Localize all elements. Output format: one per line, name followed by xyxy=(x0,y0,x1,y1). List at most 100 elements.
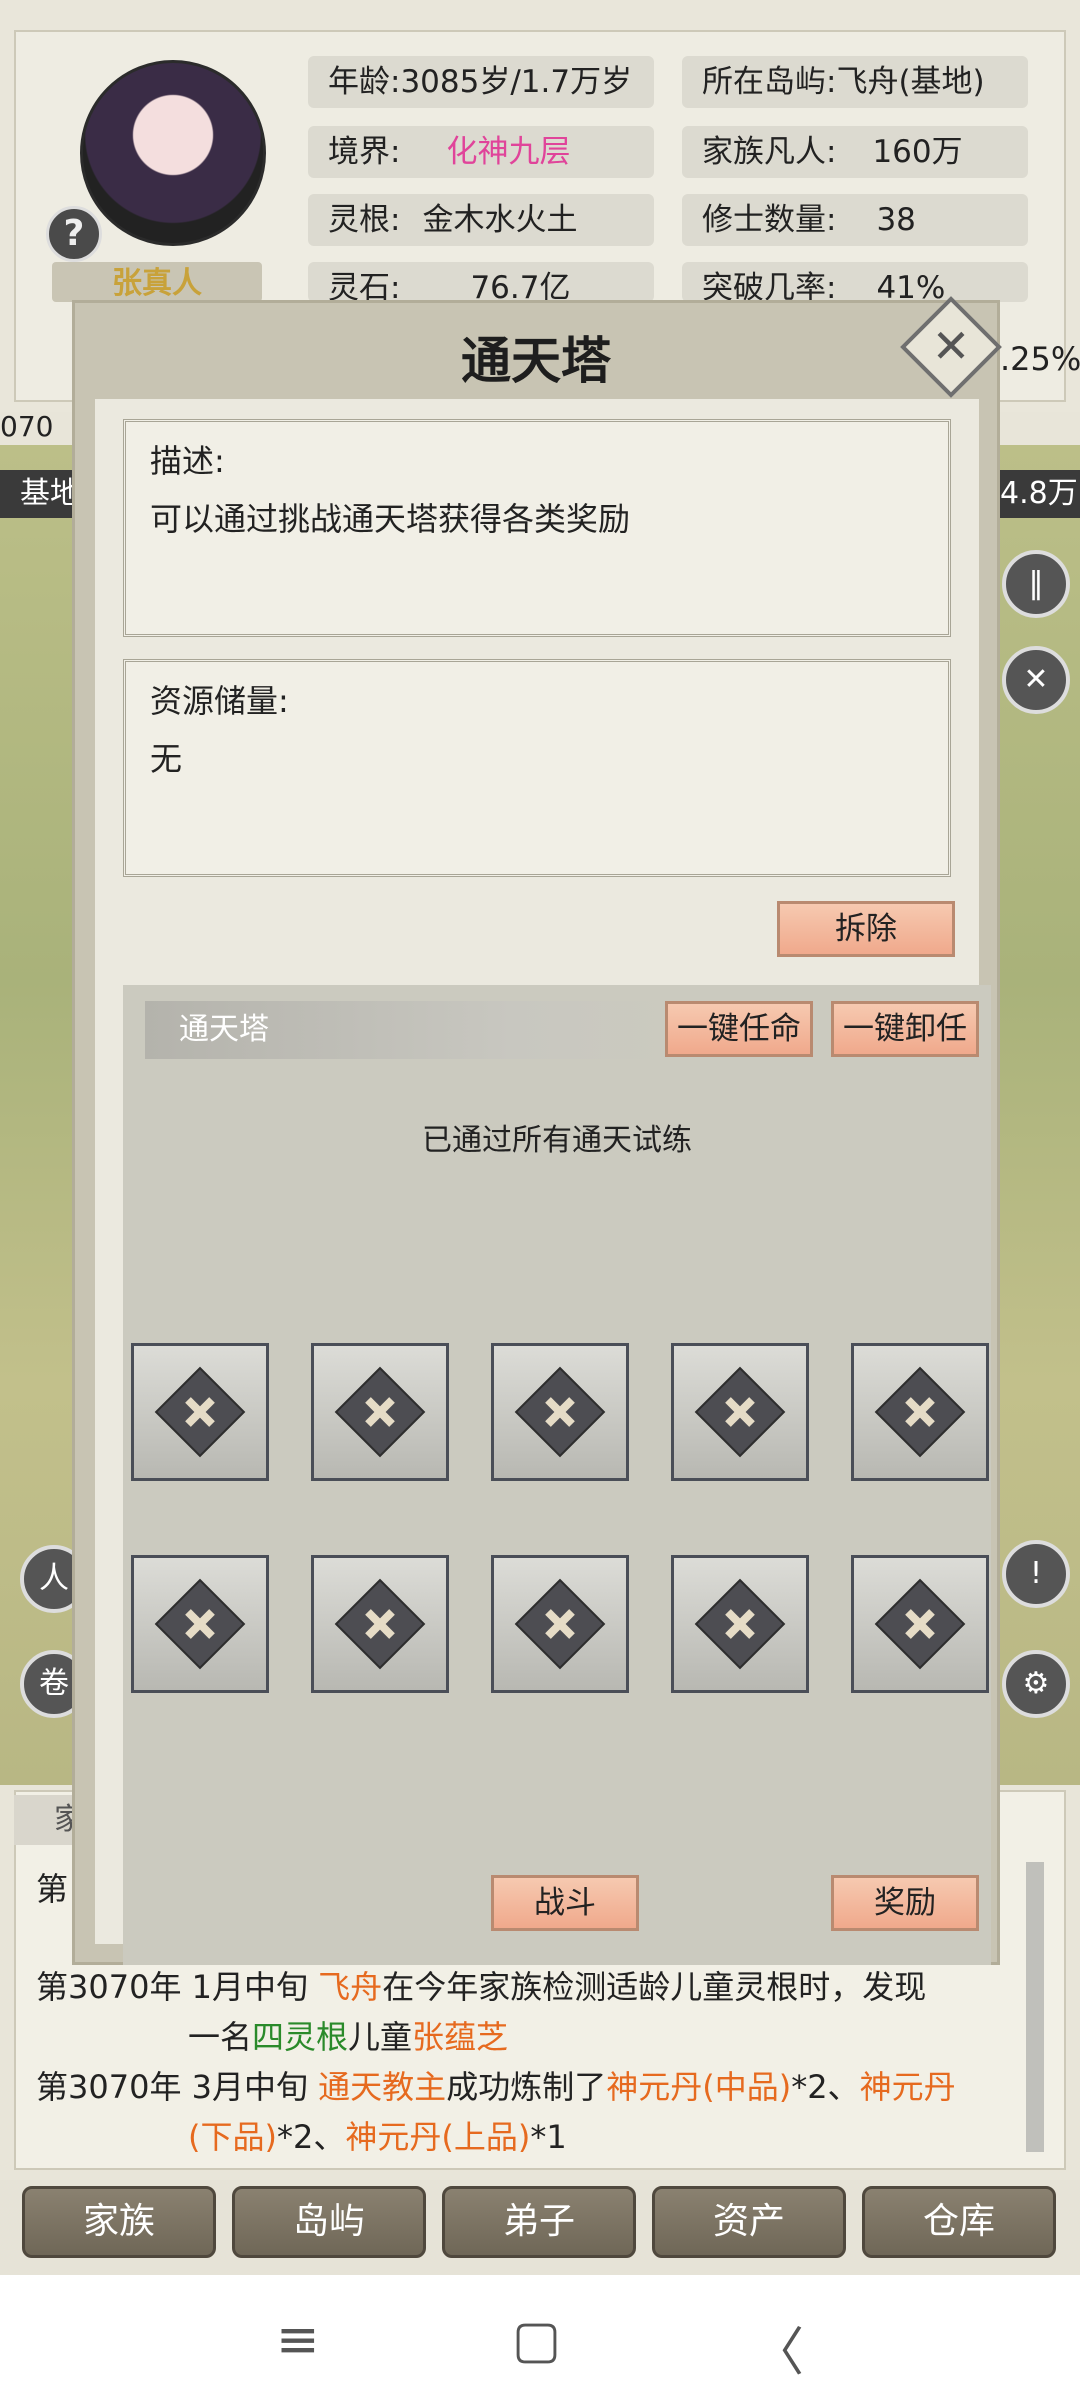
island-label: 所在岛屿: xyxy=(702,64,837,100)
resource-title: 资源储量: xyxy=(150,682,289,720)
age-stat: 年龄:3085岁/1.7万岁 xyxy=(308,56,654,108)
resource-box: 资源储量: 无 xyxy=(123,659,951,877)
resource-text: 无 xyxy=(150,740,183,778)
staff-slot[interactable] xyxy=(671,1555,809,1693)
staff-slot[interactable] xyxy=(851,1555,989,1693)
breakthrough-stat: 突破几率: 41% xyxy=(682,262,1028,302)
cultivator-label: 修士数量: xyxy=(702,202,837,238)
staff-slot[interactable] xyxy=(311,1555,449,1693)
log-line-2: 一名四灵根儿童张蕴芝 xyxy=(188,2012,508,2058)
tower-name-bar: 通天塔 xyxy=(145,1001,669,1059)
menu-icon[interactable]: ≡ xyxy=(276,2310,320,2370)
age-value: 3085岁/1.7万岁 xyxy=(400,64,633,100)
stone-value: 76.7亿 xyxy=(470,270,571,302)
family-value: 160万 xyxy=(872,134,963,170)
tower-dialog: 通天塔 ✕ 描述: 可以通过挑战通天塔获得各类奖励 资源储量: 无 拆除 通天塔… xyxy=(72,296,1002,1965)
log-year: 第3070年 xyxy=(36,2068,182,2106)
add-icon xyxy=(694,1366,786,1458)
log-item: 神元丹 xyxy=(859,2068,956,2106)
close-icon: ✕ xyxy=(931,319,971,373)
staff-slot[interactable] xyxy=(491,1343,629,1481)
help-icon[interactable]: ? xyxy=(46,206,102,262)
log-item: (下品) xyxy=(188,2118,277,2156)
add-icon xyxy=(334,1578,426,1670)
appoint-all-button[interactable]: 一键任命 xyxy=(665,1001,813,1057)
nav-family-button[interactable]: 家族 xyxy=(22,2186,216,2258)
fight-button[interactable]: 战斗 xyxy=(491,1875,639,1931)
notice-icon[interactable]: ! xyxy=(1002,1540,1070,1608)
log-item: 神元丹(中品) xyxy=(606,2068,792,2106)
log-time: 3月中旬 xyxy=(191,2068,308,2106)
cultivator-value: 38 xyxy=(876,202,916,238)
log-text: 在今年家族检测适龄儿童灵根时，发现 xyxy=(382,1968,927,2006)
log-time: 1月中旬 xyxy=(191,1968,308,2006)
trial-status-text: 已通过所有通天试练 xyxy=(422,1123,692,1158)
nav-asset-button[interactable]: 资产 xyxy=(652,2186,846,2258)
realm-value: 化神九层 xyxy=(446,134,571,170)
root-label: 灵根: xyxy=(328,202,401,238)
dismiss-all-button[interactable]: 一键卸任 xyxy=(831,1001,979,1057)
log-root: 四灵根 xyxy=(252,2018,349,2056)
add-icon xyxy=(154,1578,246,1670)
back-icon[interactable]: 〈 xyxy=(752,2310,804,2385)
dialog-title: 通天塔 xyxy=(461,332,611,390)
island-value: 飞舟(基地) xyxy=(836,64,985,100)
staff-slot[interactable] xyxy=(671,1343,809,1481)
map-left-label: 基地 xyxy=(0,470,80,518)
family-stat: 家族凡人: 160万 xyxy=(682,126,1028,178)
log-actor: 通天教主 xyxy=(318,2068,447,2106)
nav-disciple-button[interactable]: 弟子 xyxy=(442,2186,636,2258)
reward-button[interactable]: 奖励 xyxy=(831,1875,979,1931)
staff-slot[interactable] xyxy=(491,1555,629,1693)
pause-icon[interactable]: ‖ xyxy=(1002,550,1070,618)
stone-stat: 灵石: 76.7亿 xyxy=(308,262,654,302)
description-box: 描述: 可以通过挑战通天塔获得各类奖励 xyxy=(123,419,951,637)
island-stat: 所在岛屿:飞舟(基地) xyxy=(682,56,1028,108)
log-child-name: 张蕴芝 xyxy=(412,2018,509,2056)
add-icon xyxy=(694,1578,786,1670)
staff-slot[interactable] xyxy=(851,1343,989,1481)
settings-gear-icon[interactable]: ⚙ xyxy=(1002,1650,1070,1718)
log-item: 神元丹(上品) xyxy=(345,2118,531,2156)
description-title: 描述: xyxy=(150,442,225,480)
log-first-fragment: 第 xyxy=(36,1870,69,1908)
cultivator-stat: 修士数量: 38 xyxy=(682,194,1028,246)
root-value: 金木水火土 xyxy=(422,202,578,238)
root-stat: 灵根: 金木水火土 xyxy=(308,194,654,246)
realm-label: 境界: xyxy=(328,134,401,170)
player-avatar[interactable] xyxy=(80,60,266,246)
player-name: 张真人 xyxy=(52,262,262,302)
log-text: *1 xyxy=(530,2118,567,2156)
age-label: 年龄: xyxy=(328,64,401,100)
tower-staff-panel: 通天塔 一键任命 一键卸任 已通过所有通天试练 战斗 奖励 xyxy=(123,985,991,1965)
log-year: 第3070年 xyxy=(36,1968,182,2006)
log-line-3: 第3070年 3月中旬 通天教主成功炼制了神元丹(中品)*2、神元丹 xyxy=(36,2062,956,2108)
breakthrough-label: 突破几率: xyxy=(702,270,837,302)
staff-slot[interactable] xyxy=(131,1555,269,1693)
demolish-button[interactable]: 拆除 xyxy=(777,901,955,957)
nav-island-button[interactable]: 岛屿 xyxy=(232,2186,426,2258)
nav-warehouse-button[interactable]: 仓库 xyxy=(862,2186,1056,2258)
log-line-1: 第3070年 1月中旬 飞舟在今年家族检测适龄儿童灵根时，发现 xyxy=(36,1962,926,2008)
log-actor: 飞舟 xyxy=(318,1968,383,2006)
log-text: *2、 xyxy=(791,2068,860,2106)
add-icon xyxy=(514,1366,606,1458)
log-text: 一名 xyxy=(188,2018,253,2056)
family-label: 家族凡人: xyxy=(702,134,837,170)
add-icon xyxy=(514,1578,606,1670)
staff-slot[interactable] xyxy=(131,1343,269,1481)
add-icon xyxy=(154,1366,246,1458)
add-icon xyxy=(334,1366,426,1458)
add-icon xyxy=(874,1578,966,1670)
log-text: 儿童 xyxy=(348,2018,413,2056)
staff-slot[interactable] xyxy=(311,1343,449,1481)
close-map-icon[interactable]: ✕ xyxy=(1002,646,1070,714)
log-text: 成功炼制了 xyxy=(446,2068,607,2106)
description-text: 可以通过挑战通天塔获得各类奖励 xyxy=(150,500,631,538)
log-scrollbar[interactable] xyxy=(1026,1862,1044,2152)
home-icon[interactable]: ▢ xyxy=(512,2310,561,2370)
log-text: *2、 xyxy=(276,2118,346,2156)
stone-label: 灵石: xyxy=(328,270,401,302)
log-line-4: (下品)*2、神元丹(上品)*1 xyxy=(188,2112,567,2158)
add-icon xyxy=(874,1366,966,1458)
